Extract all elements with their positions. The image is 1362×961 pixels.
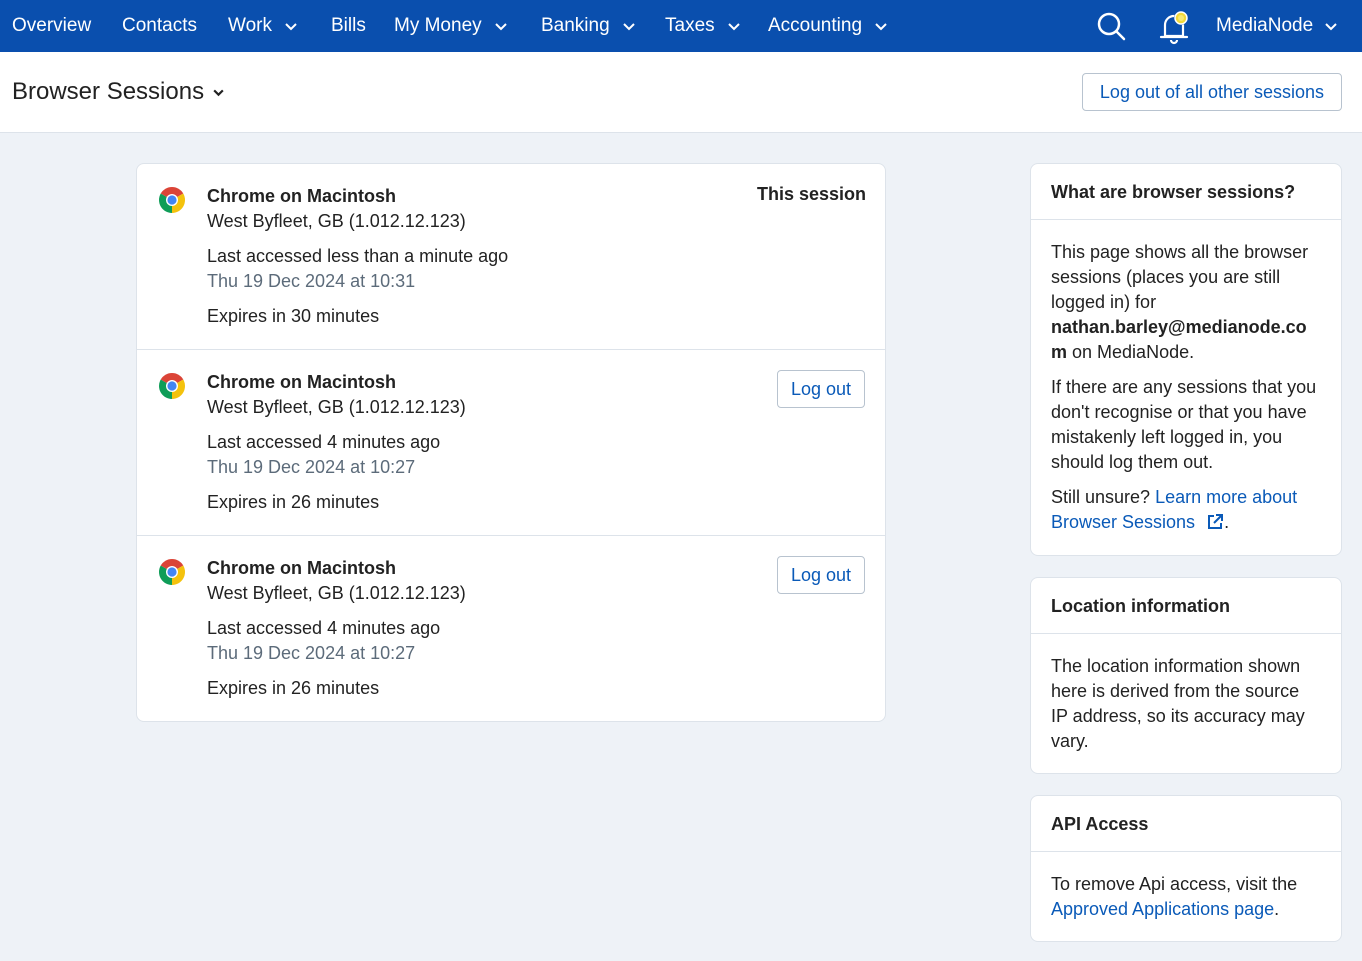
panel-body: This page shows all the browser sessions… <box>1031 240 1341 535</box>
panel-paragraph: To remove Api access, visit the Approved… <box>1051 872 1323 922</box>
account-label: MediaNode <box>1216 15 1314 36</box>
panel-body: To remove Api access, visit the Approved… <box>1031 872 1341 922</box>
session-browser: Chrome on Macintosh <box>207 186 397 206</box>
chevron-down-icon <box>494 23 507 31</box>
location-information-panel: Location information The location inform… <box>1030 577 1342 774</box>
text-line: vary. <box>1051 731 1089 751</box>
text-line: IP address, so its accuracy may <box>1051 706 1305 726</box>
session-last-accessed: Last accessed less than a minute ago <box>207 246 509 266</box>
log-out-button[interactable]: Log out <box>777 370 865 408</box>
nav-label: Accounting <box>768 15 863 36</box>
nav-item-banking[interactable]: Banking <box>541 0 635 52</box>
session-location: West Byfleet, GB (1.012.12.123) <box>207 211 466 231</box>
text-line: mistakenly left logged in, you <box>1051 427 1283 447</box>
page-header: Browser Sessions Log out of all other se… <box>0 52 1362 133</box>
session-expires: Expires in 26 minutes <box>207 492 380 512</box>
link-text: Browser Sessions <box>1051 512 1196 532</box>
nav-label: Banking <box>541 15 610 36</box>
chevron-down-icon <box>213 89 224 96</box>
session-timestamp: Thu 19 Dec 2024 at 10:31 <box>207 271 416 291</box>
session-timestamp: Thu 19 Dec 2024 at 10:27 <box>207 643 416 663</box>
nav-label: Bills <box>331 15 366 36</box>
session-expires: Expires in 26 minutes <box>207 678 380 698</box>
chevron-down-icon <box>1325 23 1337 31</box>
session-location: West Byfleet, GB (1.012.12.123) <box>207 397 466 417</box>
chevron-down-icon <box>622 23 635 31</box>
text-line: should log them out. <box>1051 452 1214 472</box>
text-line: logged in) for <box>1051 292 1157 312</box>
account-menu[interactable]: MediaNode <box>1216 0 1337 52</box>
text-line: sessions (places you are still <box>1051 267 1281 287</box>
nav-item-bills[interactable]: Bills <box>331 0 366 52</box>
nav-item-accounting[interactable]: Accounting <box>768 0 887 52</box>
session-browser: Chrome on Macintosh <box>207 558 397 578</box>
this-session-label: This session <box>756 184 866 204</box>
sessions-list: Chrome on Macintosh West Byfleet, GB (1.… <box>136 163 886 722</box>
session-row: Chrome on Macintosh West Byfleet, GB (1.… <box>137 164 885 350</box>
panel-body: The location information shown here is d… <box>1031 654 1341 754</box>
text-line: If there are any sessions that you <box>1051 377 1317 397</box>
search-icon <box>1097 12 1126 41</box>
approved-applications-link[interactable]: Approved Applications page <box>1051 899 1274 919</box>
panel-title: Location information <box>1031 578 1341 634</box>
text-line: don't recognise or that you have <box>1051 402 1307 422</box>
panel-paragraph: This page shows all the browser sessions… <box>1051 240 1323 365</box>
session-last-accessed: Last accessed 4 minutes ago <box>207 618 441 638</box>
what-are-sessions-panel: What are browser sessions? This page sho… <box>1030 163 1342 556</box>
session-last-accessed: Last accessed 4 minutes ago <box>207 432 441 452</box>
text-line: on MediaNode. <box>1067 342 1195 362</box>
learn-more-link[interactable]: Learn more about <box>1155 487 1297 507</box>
text-line: The location information shown <box>1051 656 1301 676</box>
nav-item-work[interactable]: Work <box>228 0 297 52</box>
api-access-panel: API Access To remove Api access, visit t… <box>1030 795 1342 942</box>
top-navigation: Overview Contacts Work Bills My Money Ba… <box>0 0 1362 52</box>
nav-label: My Money <box>394 15 482 36</box>
nav-item-my-money[interactable]: My Money <box>394 0 507 52</box>
session-browser: Chrome on Macintosh <box>207 372 397 392</box>
log-out-button[interactable]: Log out <box>777 556 865 594</box>
chevron-down-icon <box>875 23 887 31</box>
bell-icon <box>1159 11 1189 45</box>
chrome-icon <box>158 559 186 585</box>
panel-title: What are browser sessions? <box>1031 164 1341 220</box>
text-line: . <box>1274 899 1280 919</box>
nav-item-contacts[interactable]: Contacts <box>122 0 197 52</box>
panel-paragraph: Still unsure? Learn more about Browser S… <box>1051 485 1323 535</box>
chevron-down-icon <box>285 23 297 31</box>
text-line: Still unsure? <box>1051 487 1156 507</box>
search-button[interactable] <box>1096 0 1126 52</box>
chrome-icon <box>158 187 186 213</box>
text-line: here is derived from the source <box>1051 681 1300 701</box>
panel-paragraph: The location information shown here is d… <box>1051 654 1323 754</box>
session-timestamp: Thu 19 Dec 2024 at 10:27 <box>207 457 416 477</box>
text-line: . <box>1224 512 1230 532</box>
user-email: nathan.barley@medianode.co <box>1051 317 1307 337</box>
chevron-down-icon <box>727 23 740 31</box>
nav-label: Overview <box>12 15 92 36</box>
session-expires: Expires in 30 minutes <box>207 306 380 326</box>
nav-label: Contacts <box>122 15 197 36</box>
external-link-icon <box>1208 514 1224 529</box>
nav-item-overview[interactable]: Overview <box>12 0 91 52</box>
session-location: West Byfleet, GB (1.012.12.123) <box>207 583 466 603</box>
text-line: To remove Api access, visit the <box>1051 874 1298 894</box>
panel-paragraph: If there are any sessions that you don't… <box>1051 375 1323 475</box>
chrome-icon <box>158 373 186 399</box>
page-title[interactable]: Browser Sessions <box>12 78 225 106</box>
panel-title: API Access <box>1031 796 1341 852</box>
learn-more-link[interactable]: Browser Sessions <box>1051 512 1224 532</box>
nav-label: Work <box>228 15 272 36</box>
nav-item-taxes[interactable]: Taxes <box>665 0 740 52</box>
text-line: This page shows all the browser <box>1051 242 1309 262</box>
page-title-text: Browser Sessions <box>12 78 205 105</box>
session-row: Chrome on Macintosh West Byfleet, GB (1.… <box>137 350 885 536</box>
session-row: Chrome on Macintosh West Byfleet, GB (1.… <box>137 536 885 721</box>
log-out-all-button[interactable]: Log out of all other sessions <box>1082 73 1342 111</box>
user-email: m <box>1051 342 1068 362</box>
nav-label: Taxes <box>665 15 715 36</box>
notifications-button[interactable] <box>1155 0 1195 52</box>
